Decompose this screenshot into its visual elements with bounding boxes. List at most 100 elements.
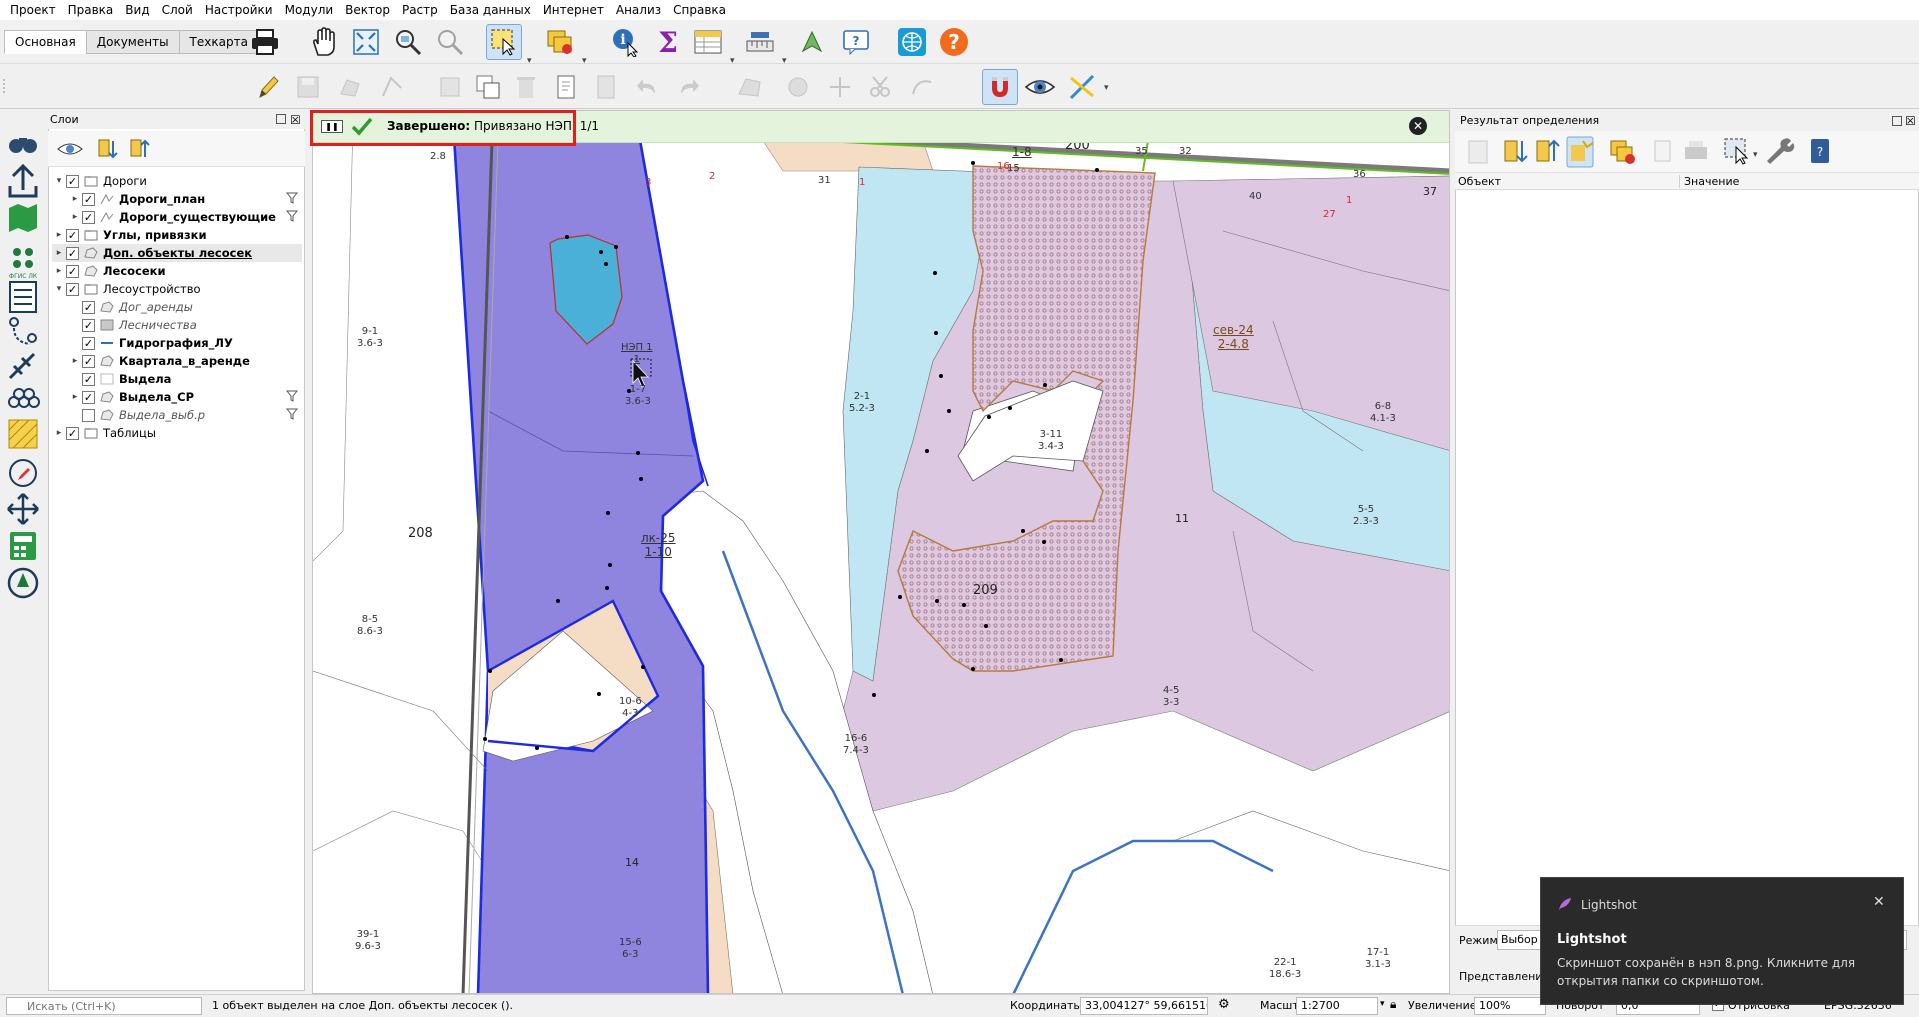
filter-icon[interactable] [285, 408, 299, 423]
layer-item[interactable]: ✓ Лесничества [68, 316, 302, 334]
lightshot-notification[interactable]: Lightshot ✕ Lightshot Скриншот сохранён … [1540, 877, 1904, 1005]
layer-visibility-checkbox[interactable]: ✓ [66, 246, 79, 260]
map-tips-icon[interactable] [794, 24, 830, 60]
caliper-icon [8, 352, 36, 380]
layer-visibility-checkbox[interactable] [82, 408, 95, 422]
menu-item[interactable]: Интернет [537, 0, 610, 20]
menu-item[interactable]: Настройки [199, 0, 279, 20]
expand-all-icon[interactable] [96, 137, 120, 164]
tab-documents[interactable]: Документы [85, 30, 180, 54]
filter-icon[interactable] [285, 192, 299, 207]
layer-visibility-checkbox[interactable]: ✓ [82, 300, 95, 314]
layer-visibility-checkbox[interactable]: ✓ [82, 336, 95, 350]
layer-item[interactable]: ▸ ✓ Квартала_в_аренде [68, 352, 302, 370]
lock-icon[interactable]: 🔒︎ [1390, 997, 1396, 1012]
column-object[interactable]: Объект [1458, 175, 1501, 188]
layer-visibility-checkbox[interactable]: ✓ [82, 318, 95, 332]
layer-item[interactable]: ▸ ✓ Лесосеки [52, 262, 302, 280]
map-canvas[interactable]: 208 209 200 37 11 14 9-1 3.6-3 8-5 8.6-3 2… [312, 110, 1450, 994]
identify-icon[interactable]: i [608, 24, 644, 60]
zoom-selection-icon[interactable] [432, 24, 468, 60]
add-feature-icon [332, 69, 368, 105]
close-panel-icon[interactable]: ☒ [290, 111, 301, 129]
edit-pencil-icon[interactable] [250, 69, 286, 105]
scale-field[interactable]: 1:2700 [1296, 997, 1378, 1015]
visibility-eye-icon[interactable] [56, 139, 84, 162]
close-panel-icon[interactable]: ☒ [1905, 111, 1916, 131]
close-toast-icon[interactable]: ✕ [1873, 894, 1885, 910]
expand-arrow-icon[interactable]: ▾ [52, 176, 66, 186]
float-panel-icon[interactable] [1892, 116, 1902, 126]
column-value[interactable]: Значение [1679, 175, 1739, 188]
layer-item[interactable]: ▸ ✓ Углы, привязки [52, 226, 302, 244]
layer-item[interactable]: ▸ ✓ Доп. объекты лесосек [52, 244, 302, 262]
topology-eye-icon[interactable] [1022, 69, 1058, 105]
trace-snap-icon[interactable] [1064, 69, 1100, 105]
expand-arrow-icon[interactable]: ▸ [68, 194, 82, 204]
layer-item[interactable]: Выдела_выб.р [68, 406, 302, 424]
expand-arrow-icon[interactable]: ▸ [52, 248, 66, 258]
pan-hand-icon[interactable] [306, 24, 342, 60]
coordinate-field[interactable]: 33,004127° 59,661516° [1080, 997, 1208, 1015]
expand-arrow-icon[interactable]: ▸ [52, 230, 66, 240]
expand-arrow-icon[interactable]: ▾ [52, 284, 66, 294]
measure-icon[interactable] [742, 24, 778, 60]
expand-arrow-icon[interactable]: ▸ [68, 392, 82, 402]
zoom-full-icon[interactable] [348, 24, 384, 60]
zoom-layer-icon[interactable] [390, 24, 426, 60]
zoom-field[interactable]: 100% [1474, 997, 1546, 1015]
layer-item[interactable]: ▾ ✓ Лесоустройство [52, 280, 302, 298]
menu-item[interactable]: Растр [396, 0, 444, 20]
statistics-sigma-icon[interactable]: Σ [650, 24, 686, 60]
help-book-icon: ? [1811, 139, 1829, 163]
print-icon[interactable] [247, 24, 283, 60]
close-message-icon[interactable]: ✕ [1409, 117, 1427, 135]
layer-visibility-checkbox[interactable]: ✓ [82, 354, 95, 368]
layer-visibility-checkbox[interactable]: ✓ [82, 192, 95, 206]
menu-item[interactable]: Модули [279, 0, 340, 20]
layer-item[interactable]: ▸ ✓ Таблицы [52, 424, 302, 442]
menu-item[interactable]: База данных [444, 0, 537, 20]
layer-item[interactable]: ▸ ✓ Выдела_СР [68, 388, 302, 406]
select-features-icon[interactable] [486, 24, 522, 60]
expand-arrow-icon[interactable]: ▸ [68, 356, 82, 366]
layer-visibility-checkbox[interactable]: ✓ [82, 210, 95, 224]
layer-visibility-checkbox[interactable]: ✓ [66, 426, 79, 440]
layer-item[interactable]: ✓ Выдела [68, 370, 302, 388]
snapping-magnet-icon[interactable] [982, 69, 1018, 105]
layer-visibility-checkbox[interactable]: ✓ [66, 174, 79, 188]
layer-visibility-checkbox[interactable]: ✓ [66, 282, 79, 296]
filter-icon[interactable] [285, 390, 299, 405]
layer-item[interactable]: ▸ ✓ Дороги_существующие [68, 208, 302, 226]
search-input[interactable] [6, 997, 202, 1015]
layer-visibility-checkbox[interactable]: ✓ [82, 372, 95, 386]
tab-main[interactable]: Основная [4, 30, 87, 54]
menu-item[interactable]: Вектор [339, 0, 396, 20]
menu-item[interactable]: Слой [156, 0, 199, 20]
layer-visibility-checkbox[interactable]: ✓ [82, 390, 95, 404]
layer-visibility-checkbox[interactable]: ✓ [66, 228, 79, 242]
toggle-coord-icon[interactable]: ⚙ [1218, 997, 1230, 1012]
menu-item[interactable]: Справка [667, 0, 732, 20]
layer-item[interactable]: ▾ ✓ Дороги [52, 172, 302, 190]
attribute-table-icon[interactable] [690, 24, 726, 60]
float-panel-icon[interactable] [276, 114, 286, 124]
menu-item[interactable]: Правка [62, 0, 120, 20]
expand-arrow-icon[interactable]: ▸ [52, 266, 66, 276]
collapse-all-icon[interactable] [128, 137, 152, 164]
globe-icon[interactable] [894, 24, 930, 60]
menu-item[interactable]: Проект [4, 0, 62, 20]
deselect-icon[interactable] [542, 24, 578, 60]
scale-dropdown-icon[interactable]: ▾ [1380, 999, 1385, 1009]
layer-item[interactable]: ✓ Гидрография_ЛУ [68, 334, 302, 352]
menu-item[interactable]: Вид [119, 0, 155, 20]
help-tooltip-icon[interactable]: ? [838, 24, 874, 60]
menu-item[interactable]: Анализ [610, 0, 667, 20]
filter-icon[interactable] [285, 210, 299, 225]
expand-arrow-icon[interactable]: ▸ [52, 428, 66, 438]
layer-item[interactable]: ▸ ✓ Дороги_план [68, 190, 302, 208]
help-icon[interactable]: ? [936, 24, 972, 60]
layer-visibility-checkbox[interactable]: ✓ [66, 264, 79, 278]
layer-item[interactable]: ✓ Дог_аренды [68, 298, 302, 316]
expand-arrow-icon[interactable]: ▸ [68, 212, 82, 222]
